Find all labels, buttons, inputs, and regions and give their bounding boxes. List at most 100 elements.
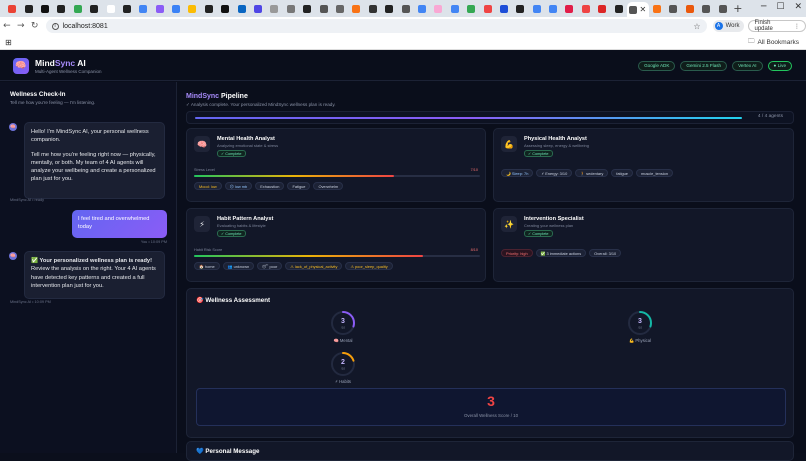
tag: ⚡ Energy: 3/10 xyxy=(536,169,573,177)
browser-tab[interactable] xyxy=(4,2,20,15)
status-badge: ✓ Complete xyxy=(524,150,553,157)
arc-icon xyxy=(254,4,263,13)
browser-tab[interactable] xyxy=(266,2,282,15)
browser-tab[interactable] xyxy=(70,2,86,15)
tag: Fatigue xyxy=(287,182,311,190)
browser-tab[interactable] xyxy=(250,2,266,15)
browser-tab[interactable] xyxy=(414,2,430,15)
browser-tab[interactable] xyxy=(610,2,626,15)
browser-tab[interactable] xyxy=(233,2,249,15)
reload-icon[interactable]: ↻ xyxy=(28,21,42,31)
browser-tab[interactable] xyxy=(332,2,348,15)
browser-tab[interactable] xyxy=(365,2,381,15)
browser-tab[interactable] xyxy=(299,2,315,15)
browser-tab[interactable] xyxy=(37,2,53,15)
pipeline-progress: 4 / 4 agents xyxy=(186,111,794,124)
all-bookmarks-button[interactable]: 🗀 All Bookmarks xyxy=(748,37,799,48)
browser-tab[interactable] xyxy=(665,2,681,15)
window-controls: ─ ☐ ✕ xyxy=(761,2,802,12)
browser-tab[interactable] xyxy=(698,2,714,15)
browser-tab[interactable] xyxy=(348,2,364,15)
agent-card-habit: ⚡ Habit Pattern Analyst Evaluating habit… xyxy=(186,208,486,282)
browser-tab[interactable] xyxy=(315,2,331,15)
browser-tab[interactable] xyxy=(545,2,561,15)
brand-suffix: AI xyxy=(75,57,86,68)
browser-tab[interactable] xyxy=(430,2,446,15)
tech-pills: Google ADK Gemini 2.5 Flash Vertex AI ● … xyxy=(638,60,792,71)
sparkle-icon xyxy=(139,4,148,13)
info-icon xyxy=(499,4,508,13)
minimize-icon[interactable]: ─ xyxy=(761,2,766,12)
app-header: 🧠 MindSync AI Multi-Agent Wellness Compa… xyxy=(0,51,806,81)
muscle-icon: 💪 xyxy=(501,136,517,152)
agent-title: Intervention Specialist xyxy=(524,216,584,222)
browser-tab[interactable] xyxy=(649,2,665,15)
close-window-icon[interactable]: ✕ xyxy=(794,2,802,12)
personal-message-card: 💙 Personal Message xyxy=(186,441,794,461)
address-bar[interactable]: i localhost:8081 ☆ xyxy=(45,19,707,33)
browser-tab[interactable] xyxy=(381,2,397,15)
browser-tab[interactable] xyxy=(119,2,135,15)
github-icon xyxy=(122,4,131,13)
browser-tab[interactable] xyxy=(714,2,730,15)
close-tab-icon[interactable]: ✕ xyxy=(639,5,646,14)
browser-tab[interactable] xyxy=(168,2,184,15)
browser-tab[interactable] xyxy=(53,2,69,15)
apps-grid-icon[interactable]: ⊞ xyxy=(5,38,12,47)
globe-icon xyxy=(702,4,711,13)
habits-gauge: 2/10 xyxy=(331,352,355,376)
browser-tab[interactable] xyxy=(463,2,479,15)
browser-tab[interactable] xyxy=(512,2,528,15)
agent-title: Habit Pattern Analyst xyxy=(217,216,274,222)
forward-icon[interactable]: → xyxy=(14,21,28,31)
browser-tab[interactable] xyxy=(217,2,233,15)
browser-tab[interactable] xyxy=(184,2,200,15)
sparkle-icon: ✨ xyxy=(501,216,517,232)
gauge-label: 🧠 Mental xyxy=(333,338,353,343)
gauge-label: ⚡ Habits xyxy=(335,379,351,384)
browser-tab[interactable] xyxy=(152,2,168,15)
browser-tab[interactable] xyxy=(529,2,545,15)
browser-tab[interactable] xyxy=(102,2,118,15)
physical-gauge: 3/10 xyxy=(628,311,652,335)
profile-button[interactable]: A Work xyxy=(712,20,745,32)
bookmark-star-icon[interactable]: ☆ xyxy=(693,22,700,31)
site-info-icon[interactable]: i xyxy=(51,22,59,30)
browser-tab[interactable] xyxy=(594,2,610,15)
google-icon xyxy=(532,4,541,13)
back-icon[interactable]: ← xyxy=(0,21,14,31)
gauge-value: 2 xyxy=(341,359,345,366)
tag: Mood: low xyxy=(194,182,222,190)
tag: fatigue xyxy=(611,169,633,177)
browser-tab[interactable]: ✕ xyxy=(626,2,649,17)
pipeline-title: MindSync Pipeline xyxy=(186,93,248,100)
linkedin-icon xyxy=(237,4,246,13)
browser-tab[interactable] xyxy=(561,2,577,15)
browser-tab[interactable] xyxy=(135,2,151,15)
browser-tab[interactable] xyxy=(397,2,413,15)
new-tab-icon[interactable]: + xyxy=(731,2,745,15)
maximize-icon[interactable]: ☐ xyxy=(776,2,784,12)
browser-tab[interactable] xyxy=(283,2,299,15)
bookmark-icon xyxy=(565,4,574,13)
browser-tab[interactable] xyxy=(578,2,594,15)
finish-update-button[interactable]: Finish update ⋮ xyxy=(748,20,806,32)
pill-gemini: Gemini 2.5 Flash xyxy=(680,60,728,71)
agent-title: Mental Health Analyst xyxy=(217,136,275,142)
browser-tab[interactable] xyxy=(86,2,102,15)
notion-icon xyxy=(40,4,49,13)
mental-gauge: 3/10 xyxy=(331,311,355,335)
progress-track xyxy=(195,117,742,119)
app-subtitle: Multi-Agent Wellness Companion xyxy=(35,68,102,74)
browser-tab[interactable] xyxy=(20,2,36,15)
browser-tab[interactable] xyxy=(447,2,463,15)
k-icon xyxy=(172,4,181,13)
browser-tab[interactable] xyxy=(201,2,217,15)
tag: ✅ 3 immediate actions xyxy=(535,249,587,257)
url-text: localhost:8081 xyxy=(62,22,108,30)
tag: Exhaustion xyxy=(255,182,285,190)
browser-tab[interactable] xyxy=(479,2,495,15)
browser-tab[interactable] xyxy=(682,2,698,15)
browser-tab[interactable] xyxy=(496,2,512,15)
message-meta: MindSync AI • ready xyxy=(10,198,45,202)
